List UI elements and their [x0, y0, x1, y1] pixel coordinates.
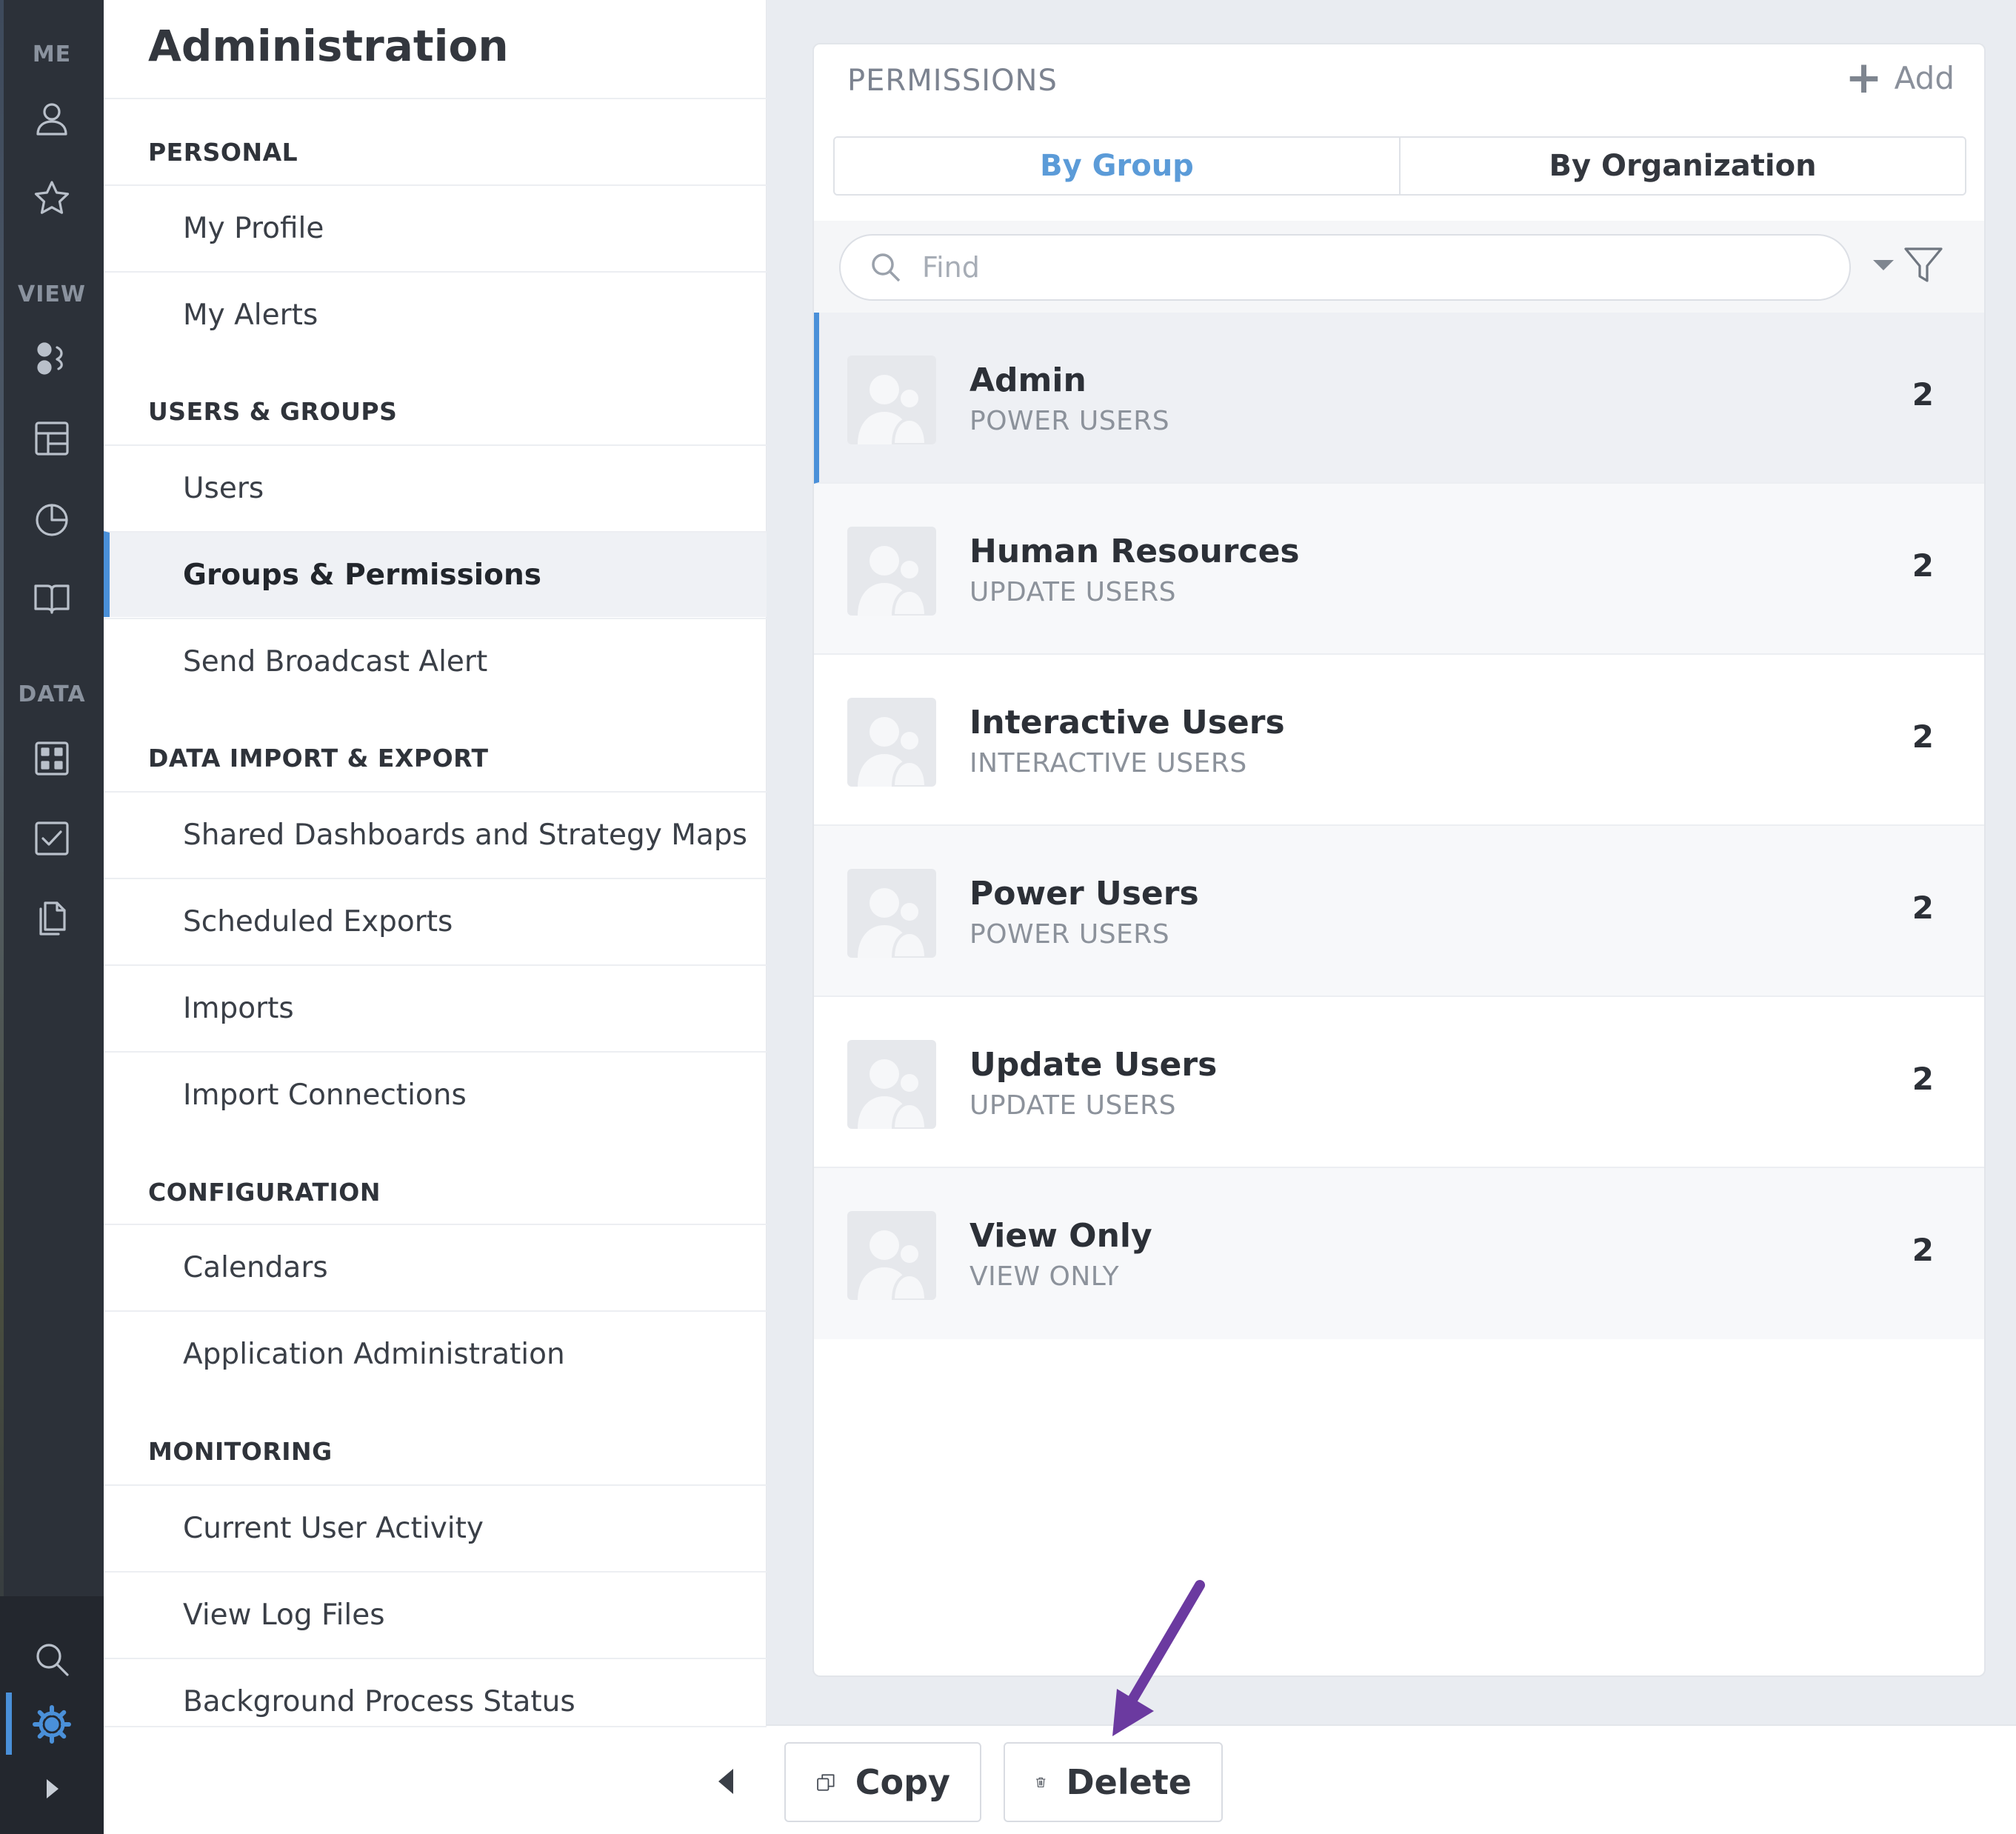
tab-by-group[interactable]: By Group — [835, 138, 1401, 194]
nav-item-calendars[interactable]: Calendars — [104, 1224, 767, 1310]
search-icon — [872, 253, 901, 282]
group-member-count: 2 — [1912, 376, 1934, 413]
filter-dropdown[interactable] — [1873, 243, 1946, 287]
book-icon[interactable] — [30, 576, 74, 621]
group-name: Human Resources — [969, 533, 1300, 570]
nav-item-send-broadcast-alert[interactable]: Send Broadcast Alert — [104, 618, 767, 704]
filter-icon — [1904, 247, 1943, 282]
gear-icon[interactable] — [30, 1702, 74, 1747]
section-personal: PERSONAL — [148, 138, 298, 167]
group-avatar-icon — [847, 527, 936, 616]
list-item[interactable]: Interactive Users INTERACTIVE USERS 2 — [814, 655, 1984, 826]
list-item[interactable]: View Only VIEW ONLY 2 — [814, 1168, 1984, 1339]
group-member-count: 2 — [1912, 1232, 1934, 1268]
group-type: POWER USERS — [969, 919, 1170, 950]
section-configuration: CONFIGURATION — [148, 1178, 381, 1207]
group-type: UPDATE USERS — [969, 1090, 1176, 1121]
permissions-panel: PERMISSIONS + Add By Group By Organizati… — [812, 43, 1986, 1677]
trash-icon — [1035, 1777, 1046, 1787]
group-type: UPDATE USERS — [969, 577, 1176, 607]
admin-nav-panel: Administration PERSONAL My Profile My Al… — [104, 0, 767, 1834]
view-toggle: By Group By Organization — [833, 136, 1966, 196]
group-type: INTERACTIVE USERS — [969, 748, 1247, 778]
collapse-nav-icon[interactable] — [711, 1763, 741, 1800]
rail-section-view: VIEW — [18, 281, 86, 307]
group-type: POWER USERS — [969, 406, 1170, 436]
group-name: Update Users — [969, 1046, 1218, 1084]
action-toolbar: Copy Delete — [767, 1724, 2016, 1834]
star-icon[interactable] — [30, 176, 74, 221]
scorecard-icon[interactable] — [30, 336, 74, 381]
panel-title: PERMISSIONS — [847, 64, 1058, 98]
add-button[interactable]: + Add — [1845, 52, 1955, 104]
list-item[interactable]: Power Users POWER USERS 2 — [814, 826, 1984, 997]
app-rail: ME VIEW DATA — [0, 0, 104, 1834]
group-name: Admin — [969, 361, 1087, 399]
documents-icon[interactable] — [30, 896, 74, 941]
nav-item-users[interactable]: Users — [104, 444, 767, 530]
page-title: Administration — [148, 21, 509, 71]
search-icon[interactable] — [30, 1637, 74, 1681]
copy-label: Copy — [855, 1762, 950, 1802]
expand-icon[interactable] — [30, 1767, 74, 1811]
delete-button[interactable]: Delete — [1004, 1742, 1223, 1822]
add-label: Add — [1894, 59, 1955, 96]
data-grid-icon[interactable] — [30, 736, 74, 781]
group-avatar-icon — [847, 1040, 936, 1129]
delete-label: Delete — [1066, 1762, 1192, 1802]
chevron-down-icon — [1873, 260, 1894, 270]
tab-by-organization[interactable]: By Organization — [1401, 138, 1965, 194]
user-icon[interactable] — [30, 96, 74, 141]
nav-item-current-user-activity[interactable]: Current User Activity — [104, 1484, 767, 1570]
annotation-arrow-icon — [1112, 1580, 1205, 1736]
list-item[interactable]: Human Resources UPDATE USERS 2 — [814, 484, 1984, 655]
group-name: View Only — [969, 1217, 1152, 1255]
chart-pie-icon[interactable] — [30, 496, 74, 541]
nav-item-view-log-files[interactable]: View Log Files — [104, 1571, 767, 1657]
nav-item-import-connections[interactable]: Import Connections — [104, 1051, 767, 1137]
group-member-count: 2 — [1912, 718, 1934, 755]
section-monitoring: MONITORING — [148, 1437, 333, 1466]
nav-item-groups-permissions[interactable]: Groups & Permissions — [104, 531, 767, 617]
group-avatar-icon — [847, 869, 936, 958]
nav-item-my-profile[interactable]: My Profile — [104, 184, 767, 270]
search-input[interactable] — [922, 251, 1811, 284]
section-users-groups: USERS & GROUPS — [148, 397, 398, 426]
search-bar — [814, 221, 1984, 313]
group-name: Interactive Users — [969, 704, 1285, 741]
group-avatar-icon — [847, 698, 936, 787]
group-avatar-icon — [847, 356, 936, 444]
nav-item-scheduled-exports[interactable]: Scheduled Exports — [104, 878, 767, 964]
nav-item-application-administration[interactable]: Application Administration — [104, 1310, 767, 1396]
group-member-count: 2 — [1912, 890, 1934, 926]
group-member-count: 2 — [1912, 547, 1934, 584]
section-data-import-export: DATA IMPORT & EXPORT — [148, 744, 489, 773]
group-type: VIEW ONLY — [969, 1261, 1120, 1292]
checkbox-icon[interactable] — [30, 816, 74, 861]
group-avatar-icon — [847, 1211, 936, 1300]
list-item[interactable]: Update Users UPDATE USERS 2 — [814, 997, 1984, 1168]
nav-footer — [104, 1726, 767, 1834]
copy-button[interactable]: Copy — [784, 1742, 981, 1822]
list-item[interactable]: Admin POWER USERS 2 — [814, 313, 1984, 484]
group-member-count: 2 — [1912, 1061, 1934, 1097]
plus-icon: + — [1845, 52, 1883, 104]
nav-item-imports[interactable]: Imports — [104, 964, 767, 1050]
dashboard-icon[interactable] — [30, 416, 74, 461]
nav-item-shared-dashboards[interactable]: Shared Dashboards and Strategy Maps — [104, 791, 767, 877]
divider — [104, 98, 767, 99]
rail-section-data: DATA — [18, 681, 86, 707]
group-name: Power Users — [969, 875, 1199, 913]
rail-active-indicator — [6, 1693, 12, 1755]
nav-item-my-alerts[interactable]: My Alerts — [104, 271, 767, 357]
group-list: Admin POWER USERS 2 Human Resources UPDA… — [814, 313, 1984, 1339]
rail-edge — [0, 0, 4, 1834]
copy-icon — [817, 1774, 835, 1791]
rail-section-me: ME — [32, 41, 72, 67]
search-field — [839, 234, 1851, 301]
